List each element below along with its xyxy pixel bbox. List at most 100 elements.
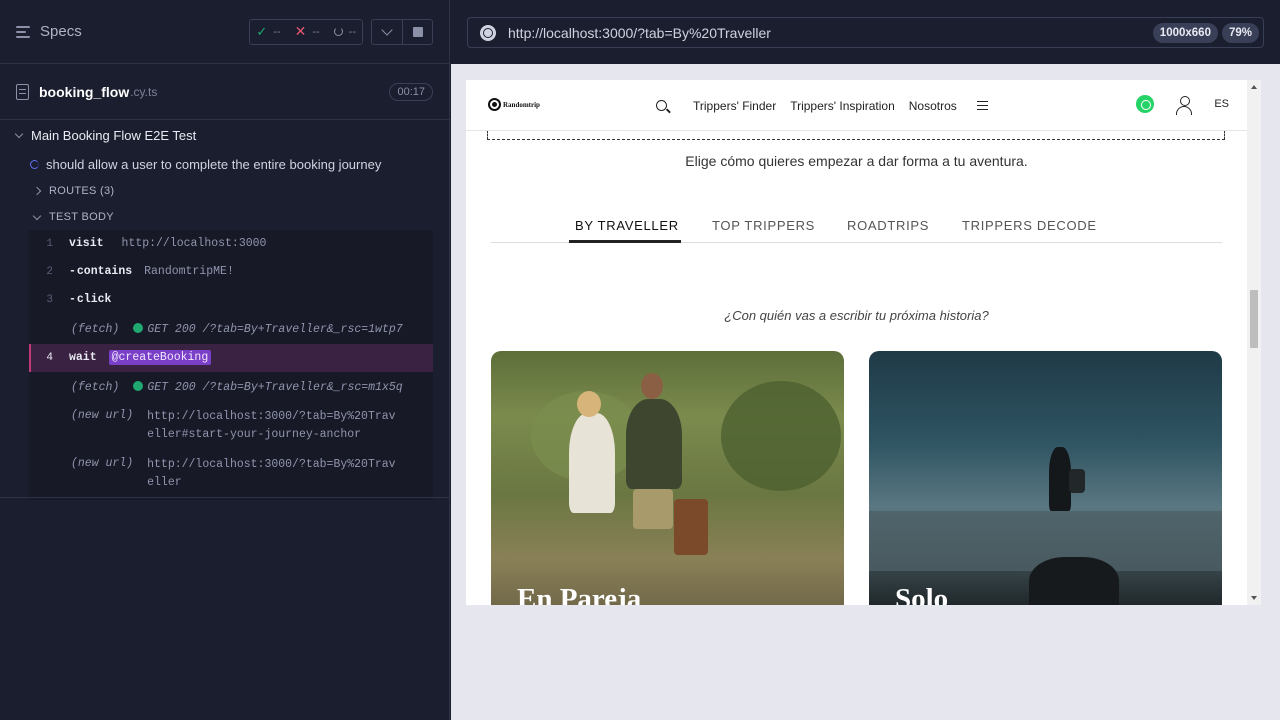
card-title: Solo — [895, 583, 949, 605]
suite-title[interactable]: Main Booking Flow E2E Test — [14, 120, 433, 150]
test-stats: ✓ -- ✕ -- -- — [249, 18, 363, 45]
url-field[interactable]: http://localhost:3000/?tab=By%20Travelle… — [467, 17, 1264, 48]
specs-button[interactable]: Specs — [16, 23, 82, 40]
command-name: click — [69, 292, 112, 308]
failed-stat: ✕ -- — [294, 23, 320, 39]
fetch-log-row[interactable]: (fetch) GET 200 /?tab=By+Traveller&_rsc=… — [29, 372, 433, 402]
log-text: GET 200 /?tab=By+Traveller&_rsc=1wtp7 — [147, 323, 403, 336]
command-name: visit — [69, 237, 104, 250]
spec-file-row[interactable]: booking_flow .cy.ts 00:17 — [0, 64, 449, 120]
search-icon[interactable] — [656, 100, 667, 111]
test-body-label: TEST BODY — [49, 211, 114, 223]
document-icon — [16, 83, 29, 100]
active-tab-indicator — [569, 240, 681, 243]
x-icon: ✕ — [294, 23, 307, 39]
tree-foliage — [721, 381, 841, 491]
backpack — [1069, 469, 1085, 493]
log-tag: (fetch) — [71, 323, 120, 336]
language-switcher[interactable]: ES — [1214, 98, 1229, 110]
run-controls — [371, 18, 433, 45]
nav-nosotros[interactable]: Nosotros — [909, 99, 957, 113]
page-scrollbar[interactable] — [1247, 80, 1261, 605]
scroll-thumb[interactable] — [1250, 290, 1258, 348]
nav-trippers-finder[interactable]: Trippers' Finder — [693, 99, 776, 113]
log-tag: (fetch) — [71, 381, 120, 394]
duration-badge: 00:17 — [389, 82, 433, 101]
logo-icon — [488, 98, 501, 111]
journey-tabs: BY TRAVELLER TOP TRIPPERS ROADTRIPS TRIP… — [491, 208, 1222, 243]
alias-badge: @createBooking — [108, 350, 212, 365]
man-head — [641, 373, 663, 399]
reporter-header: Specs ✓ -- ✕ -- -- — [0, 0, 449, 64]
stop-icon — [412, 26, 423, 37]
man-figure — [626, 399, 682, 489]
command-message: http://localhost:3000 — [121, 237, 267, 250]
log-tag: (new url) — [71, 457, 134, 470]
status-dot-icon — [133, 323, 144, 333]
man-shorts — [633, 489, 673, 529]
cypress-reporter: Specs ✓ -- ✕ -- -- booking_flow .cy.ts 00:… — [0, 0, 450, 720]
new-url-log-row[interactable]: (new url) http://localhost:3000/?tab=By%… — [29, 450, 433, 500]
card-en-pareja[interactable]: En Pareja — [491, 351, 844, 605]
command-row[interactable]: 2 contains RandomtripME! — [29, 258, 433, 286]
fetch-log-row[interactable]: (fetch) GET 200 /?tab=By+Traveller&_rsc=… — [29, 314, 433, 344]
suite-title-text: Main Booking Flow E2E Test — [31, 127, 197, 143]
chevron-down-icon — [14, 129, 24, 138]
command-number: 3 — [46, 294, 53, 306]
spinner-icon — [333, 27, 343, 36]
command-row[interactable]: 3 click — [29, 286, 433, 314]
specs-label: Specs — [40, 23, 82, 40]
command-number: 2 — [46, 266, 53, 278]
logo-text: Randomtrip — [503, 100, 540, 109]
stop-button[interactable] — [402, 19, 432, 44]
site-logo[interactable]: Randomtrip — [488, 98, 540, 111]
nav-trippers-inspiration[interactable]: Trippers' Inspiration — [790, 99, 895, 113]
rock-outcrop — [1029, 557, 1119, 605]
command-name: contains — [69, 264, 132, 280]
user-icon[interactable] — [1176, 95, 1193, 115]
tab-top-trippers[interactable]: TOP TRIPPERS — [712, 218, 815, 233]
command-row[interactable]: 1 visit http://localhost:3000 — [29, 230, 433, 258]
app-under-test: http://localhost:3000/?tab=By%20Travelle… — [451, 0, 1280, 720]
log-text: http://localhost:3000/?tab=By%20Travelle… — [147, 410, 396, 441]
command-number: 1 — [46, 238, 53, 250]
chevron-right-icon — [32, 186, 42, 196]
test-title[interactable]: should allow a user to complete the enti… — [16, 150, 433, 178]
zoom-badge[interactable]: 79% — [1221, 22, 1259, 43]
site-iframe: Randomtrip Trippers' Finder Trippers' In… — [466, 80, 1261, 605]
test-title-text: should allow a user to complete the enti… — [46, 156, 382, 172]
card-solo[interactable]: Solo — [869, 351, 1222, 605]
tab-by-traveller[interactable]: BY TRAVELLER — [575, 218, 679, 233]
test-body-toggle[interactable]: TEST BODY — [16, 204, 433, 230]
whatsapp-icon[interactable] — [1136, 95, 1155, 113]
tab-roadtrips[interactable]: ROADTRIPS — [847, 218, 929, 233]
section-subtitle: Elige cómo quieres empezar a dar forma a… — [685, 153, 1028, 169]
chevron-down-icon — [32, 211, 42, 220]
running-icon — [30, 159, 39, 169]
new-url-log-row[interactable]: (new url) http://localhost:3000/?tab=By%… — [29, 402, 433, 450]
globe-icon — [480, 24, 496, 41]
tab-trippers-decode[interactable]: TRIPPERS DECODE — [962, 218, 1097, 233]
check-icon: ✓ — [256, 23, 268, 39]
woman-head — [577, 391, 601, 417]
menu-icon[interactable] — [976, 100, 988, 111]
main-nav: Trippers' Finder Trippers' Inspiration N… — [656, 80, 988, 131]
command-log: 1 visit http://localhost:3000 2 contains… — [29, 230, 433, 500]
command-row-active[interactable]: 4 wait @createBooking — [29, 344, 433, 372]
log-text: GET 200 /?tab=By+Traveller&_rsc=m1x5q — [147, 381, 403, 394]
scroll-up-icon[interactable] — [1251, 85, 1257, 89]
viewport-size-badge[interactable]: 1000x660 — [1152, 22, 1218, 43]
routes-toggle[interactable]: ROUTES (3) — [16, 178, 433, 204]
anchor-highlight — [487, 130, 1225, 140]
url-text: http://localhost:3000/?tab=By%20Travelle… — [508, 24, 771, 41]
aut-url-bar: http://localhost:3000/?tab=By%20Travelle… — [451, 0, 1280, 64]
card-title: En Pareja — [517, 583, 642, 605]
collapse-all-button[interactable] — [372, 20, 402, 44]
chevron-down-icon — [381, 23, 393, 36]
woman-figure — [569, 413, 615, 513]
spec-file-name: booking_flow — [39, 83, 130, 100]
scroll-down-icon[interactable] — [1251, 596, 1257, 600]
passed-stat: ✓ -- — [256, 23, 281, 39]
suitcase — [674, 499, 708, 555]
specs-list-icon — [16, 25, 32, 39]
